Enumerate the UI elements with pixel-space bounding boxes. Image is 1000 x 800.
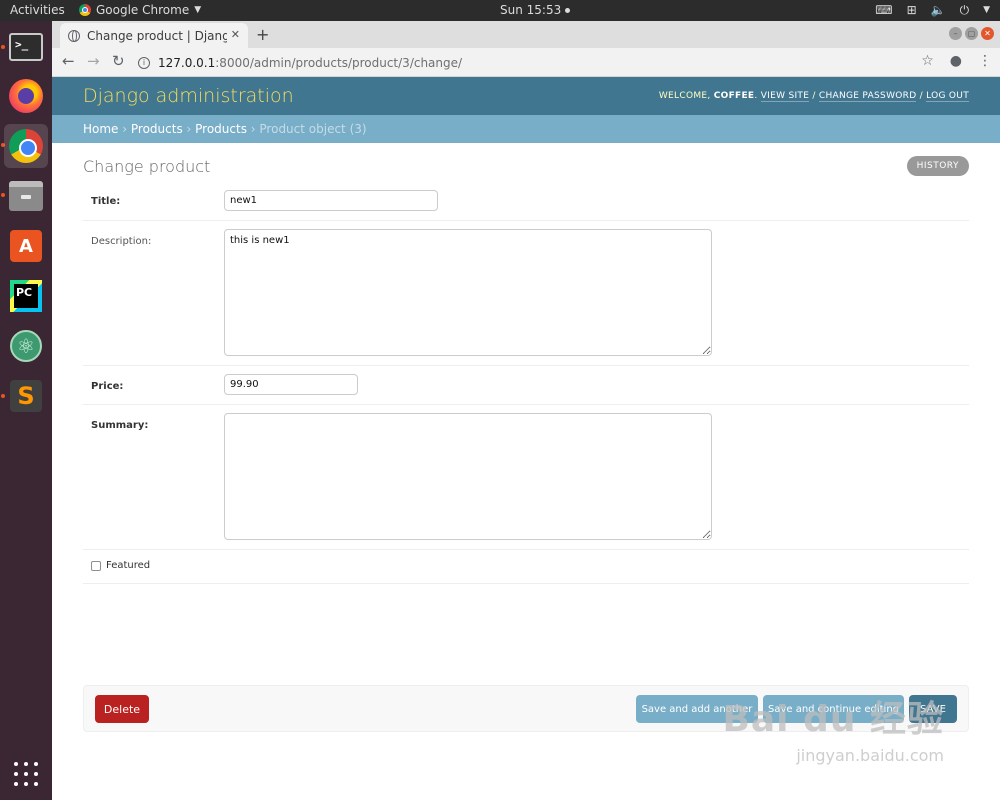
- clock[interactable]: Sun 15:53: [500, 3, 571, 17]
- terminal-icon: >_: [9, 33, 43, 61]
- menu-kebab-icon[interactable]: ⋮: [978, 53, 992, 69]
- content: Change product HISTORY Title: Descriptio…: [83, 143, 969, 732]
- activities-button[interactable]: Activities: [10, 3, 65, 17]
- summary-textarea[interactable]: [224, 413, 712, 540]
- admin-header: Django administration Welcome, coffee. V…: [52, 77, 1000, 115]
- clock-label: Sun 15:53: [500, 3, 562, 17]
- breadcrumb-model[interactable]: Products: [195, 122, 247, 136]
- log-out-link[interactable]: Log out: [926, 91, 969, 102]
- breadcrumb-current: Product object (3): [259, 122, 367, 136]
- tab-title: Change product | Django: [87, 28, 227, 43]
- volume-icon[interactable]: 🔈: [931, 2, 946, 18]
- app-menu[interactable]: Google Chrome ▼: [79, 3, 201, 17]
- globe-icon: [68, 29, 80, 42]
- sublime-text-icon: S: [10, 380, 42, 412]
- change-password-link[interactable]: Change password: [818, 91, 917, 102]
- breadcrumb-home[interactable]: Home: [83, 122, 118, 136]
- dock-sublime-text[interactable]: S: [4, 374, 48, 418]
- files-icon: [9, 181, 43, 211]
- featured-field: Featured: [91, 560, 150, 571]
- close-tab-icon[interactable]: ✕: [231, 28, 240, 41]
- featured-checkbox[interactable]: [91, 560, 101, 571]
- dock-software-center[interactable]: A: [4, 224, 48, 268]
- close-window-icon[interactable]: ✕: [981, 27, 994, 40]
- atom-icon: ⚛: [10, 330, 42, 362]
- show-applications-icon[interactable]: [14, 762, 38, 786]
- welcome-text: Welcome,: [658, 91, 711, 101]
- form-row-price: Price:: [83, 366, 969, 405]
- breadcrumb: Home › Products › Products › Product obj…: [52, 115, 1000, 143]
- forward-arrow-icon[interactable]: →: [87, 52, 100, 70]
- power-icon[interactable]: ⏻: [960, 2, 970, 18]
- network-icon[interactable]: ⊞: [907, 2, 917, 18]
- username: coffee: [713, 91, 755, 101]
- breadcrumb-app[interactable]: Products: [131, 122, 183, 136]
- view-site-link[interactable]: View site: [760, 91, 810, 102]
- history-button[interactable]: HISTORY: [906, 156, 969, 176]
- back-arrow-icon[interactable]: ←: [62, 52, 75, 70]
- caret-down-icon: ▼: [194, 5, 202, 15]
- dock: >_ A PC ⚛ S: [0, 21, 52, 800]
- dock-firefox[interactable]: [4, 74, 48, 118]
- summary-label: Summary:: [91, 420, 149, 431]
- page-title: Change product: [83, 157, 211, 176]
- keyboard-icon[interactable]: ⌨: [875, 2, 892, 18]
- firefox-icon: [9, 79, 43, 113]
- reload-icon[interactable]: ↻: [112, 52, 125, 70]
- browser-tab[interactable]: Change product | Django ✕: [60, 23, 248, 48]
- title-input[interactable]: [224, 190, 438, 211]
- minimize-icon[interactable]: –: [949, 27, 962, 40]
- chrome-icon: [79, 4, 91, 16]
- maximize-icon[interactable]: ▢: [965, 27, 978, 40]
- tab-strip: Change product | Django ✕ + – ▢ ✕: [52, 21, 1000, 48]
- watermark-sub: jingyan.baidu.com: [796, 746, 944, 765]
- browser-toolbar: ← → ↻ i 127.0.0.1:8000/admin/products/pr…: [52, 48, 1000, 77]
- baidu-watermark: Bai du 经验 jingyan.baidu.com: [722, 690, 944, 765]
- pycharm-glyph: PC: [14, 284, 38, 308]
- price-label: Price:: [91, 381, 124, 392]
- dock-atom[interactable]: ⚛: [4, 324, 48, 368]
- form-row-title: Title:: [83, 181, 969, 221]
- url-path: :8000/admin/products/product/3/change/: [215, 55, 463, 70]
- app-menu-label: Google Chrome: [96, 3, 190, 17]
- form-row-featured: Featured: [83, 550, 969, 584]
- description-label: Description:: [91, 236, 152, 247]
- toolbar-right: ☆ ● ⋮: [921, 53, 992, 69]
- system-tray[interactable]: ⌨ ⊞ 🔈 ⏻ ▼: [875, 2, 990, 18]
- bookmark-star-icon[interactable]: ☆: [921, 53, 934, 69]
- url-host: 127.0.0.1: [158, 55, 216, 70]
- dock-terminal[interactable]: >_: [4, 25, 48, 69]
- description-textarea[interactable]: this is new1: [224, 229, 712, 356]
- watermark-main: Bai du 经验: [722, 699, 944, 740]
- address-bar[interactable]: i 127.0.0.1:8000/admin/products/product/…: [138, 51, 928, 74]
- notification-dot-icon: [565, 7, 571, 13]
- chrome-icon: [9, 129, 43, 163]
- dock-files[interactable]: [4, 174, 48, 218]
- profile-icon[interactable]: ●: [950, 53, 962, 69]
- featured-label[interactable]: Featured: [106, 560, 150, 571]
- title-label: Title:: [91, 196, 121, 207]
- site-brand[interactable]: Django administration: [83, 85, 294, 107]
- change-form: Title: Description: this is new1 Price: …: [83, 181, 969, 584]
- info-icon[interactable]: i: [138, 56, 150, 69]
- user-tools: Welcome, coffee. View site / Change pass…: [658, 91, 969, 102]
- window-controls: – ▢ ✕: [949, 27, 994, 40]
- gnome-top-bar: Activities Google Chrome ▼ Sun 15:53 ⌨ ⊞…: [0, 0, 1000, 21]
- form-row-description: Description: this is new1: [83, 221, 969, 366]
- caret-down-icon[interactable]: ▼: [983, 2, 990, 18]
- software-center-icon: A: [10, 230, 42, 262]
- dock-pycharm[interactable]: PC: [4, 274, 48, 318]
- dock-chrome[interactable]: [4, 124, 48, 168]
- delete-button[interactable]: Delete: [95, 695, 149, 723]
- form-row-summary: Summary:: [83, 405, 969, 550]
- price-input[interactable]: [224, 374, 358, 395]
- pycharm-icon: PC: [10, 280, 42, 312]
- new-tab-button[interactable]: +: [256, 25, 269, 44]
